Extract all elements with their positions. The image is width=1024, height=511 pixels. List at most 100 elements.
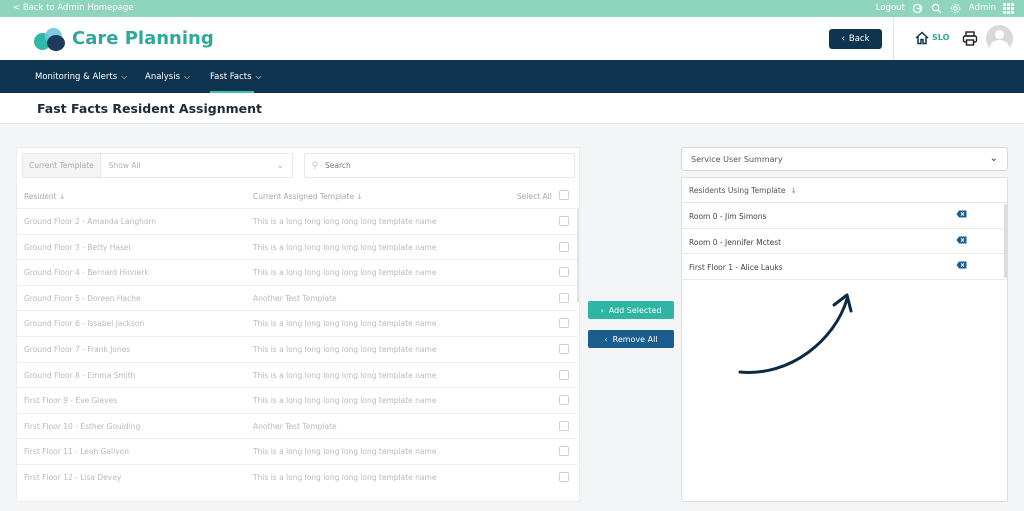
search-box[interactable]: ⚲ (304, 153, 575, 178)
select-all-label: Select All (517, 192, 552, 201)
table-row[interactable]: Ground Floor 3 - Betty Hasel This is a lo… (17, 233, 577, 260)
nav-label: Analysis (145, 72, 181, 82)
chevron-left-icon: ‹ (841, 34, 845, 44)
assigned-template: This is a long long long long long templ… (253, 396, 437, 406)
table-row[interactable]: First Floor 10 - Esther Goulding Another … (17, 412, 577, 439)
resident-list-panel: Current Template Show All ⌄ ⚲ Resident ↓… (16, 147, 580, 502)
back-button[interactable]: ‹ Back (829, 29, 882, 49)
search-input[interactable] (325, 161, 545, 170)
nav-monitoring-alerts[interactable]: Monitoring & Alerts ⌵ (35, 72, 127, 82)
top-bar-actions: Logout Admin (876, 2, 1014, 14)
resident-name: First Floor 10 - Esther Goulding (24, 421, 141, 431)
assigned-resident-name: Room 0 - Jennifer Mctest (689, 237, 782, 247)
assigned-list-header[interactable]: Residents Using Template ↓ (682, 178, 1007, 203)
chevron-down-icon: ⌄ (276, 160, 284, 171)
row-checkbox[interactable] (559, 343, 569, 354)
user-name[interactable]: Admin (969, 3, 996, 13)
print-icon[interactable] (962, 31, 978, 46)
assigned-template: This is a long long long long long templ… (253, 370, 437, 380)
resident-name: Ground Floor 4 - Bernard Hinnerk (24, 268, 149, 278)
assigned-template: This is a long long long long long templ… (253, 344, 437, 354)
table-row[interactable]: Ground Floor 7 - Frank Jones This is a lo… (17, 335, 577, 362)
site-code[interactable]: SLO (932, 33, 949, 42)
table-row[interactable]: Ground Floor 2 - Amanda Langhorn This is … (17, 208, 577, 234)
filter-value: Show All (108, 161, 141, 170)
list-item[interactable]: First Floor 1 - Alice Lauks (682, 254, 1007, 280)
row-checkbox[interactable] (559, 395, 569, 406)
assigned-resident-name: Room 0 - Jim Simons (689, 212, 767, 221)
chevron-down-icon: ⌵ (121, 72, 128, 81)
nav-analysis[interactable]: Analysis ⌵ (145, 72, 190, 82)
add-selected-label: Add Selected (608, 305, 662, 315)
main-nav: Monitoring & Alerts ⌵ Analysis ⌵ Fast Fa… (0, 60, 1024, 93)
resident-name: Ground Floor 6 - Issabel Jackson (24, 319, 145, 329)
top-bar: < Back to Admin Homepage Logout Admin (0, 0, 1024, 17)
assigned-template: This is a long long long long long templ… (253, 319, 437, 329)
row-checkbox[interactable] (559, 267, 569, 278)
table-row[interactable]: Ground Floor 5 - Doreen Hache Another Tes… (17, 284, 577, 311)
chevron-down-icon: ⌄ (989, 153, 998, 164)
back-to-admin-link[interactable]: < Back to Admin Homepage (13, 3, 134, 13)
table-header: Resident ↓ Current Assigned Template ↓ S… (17, 184, 579, 208)
table-row[interactable]: Ground Floor 6 - Issabel Jackson This is … (17, 310, 577, 336)
row-checkbox[interactable] (559, 216, 569, 226)
remove-icon[interactable] (956, 261, 967, 269)
list-item[interactable]: Room 0 - Jennifer Mctest (682, 229, 1007, 254)
add-selected-button[interactable]: › Add Selected (588, 301, 674, 319)
sort-arrow-icon: ↓ (58, 192, 66, 201)
resident-name: Ground Floor 2 - Amanda Langhorn (24, 217, 157, 226)
page-title: Fast Facts Resident Assignment (37, 101, 262, 116)
nav-label: Monitoring & Alerts (35, 72, 118, 82)
logout-icon[interactable] (912, 2, 924, 14)
back-button-label: Back (848, 34, 870, 44)
row-checkbox[interactable] (559, 446, 569, 457)
apps-grid-icon[interactable] (1003, 2, 1014, 14)
row-checkbox[interactable] (559, 369, 569, 380)
assigned-template: This is a long long long long long templ… (253, 217, 437, 226)
select-all-checkbox[interactable] (559, 190, 569, 200)
assigned-template: This is a long long long long long templ… (253, 242, 437, 252)
remove-icon[interactable] (956, 236, 967, 244)
assigned-template: Another Test Template (253, 293, 337, 303)
assigned-rows: Room 0 - Jim Simons Room 0 - Jennifer Mct… (682, 203, 1007, 280)
table-row[interactable]: Ground Floor 8 - Emma Smith This is a lon… (17, 361, 577, 388)
header-divider (893, 17, 894, 60)
column-current-template[interactable]: Current Assigned Template ↓ (253, 192, 363, 201)
table-row[interactable]: First Floor 11 - Leah Gallyon This is a l… (17, 438, 577, 464)
column-resident[interactable]: Resident ↓ (24, 192, 65, 201)
right-scrollbar[interactable] (1004, 204, 1007, 278)
resident-name: Ground Floor 7 - Frank Jones (24, 344, 131, 354)
summary-select[interactable]: Service User Summary ⌄ (681, 147, 1008, 171)
home-icon[interactable] (914, 30, 930, 46)
logout-link[interactable]: Logout (876, 3, 905, 13)
chevron-down-icon: ⌵ (184, 72, 191, 81)
resident-name: Ground Floor 3 - Betty Hasel (24, 242, 131, 252)
row-checkbox[interactable] (559, 420, 569, 431)
row-checkbox[interactable] (559, 241, 569, 252)
search-icon[interactable] (931, 2, 943, 14)
row-checkbox[interactable] (559, 292, 569, 303)
resident-name: Ground Floor 8 - Emma Smith (24, 370, 136, 380)
table-row[interactable]: First Floor 12 - Lisa Devey This is a lon… (17, 463, 577, 490)
current-template-filter[interactable]: Current Template Show All ⌄ (22, 153, 293, 178)
nav-fast-facts[interactable]: Fast Facts ⌵ (210, 72, 262, 82)
sort-arrow-icon: ↓ (356, 192, 363, 201)
assigned-list-header-label: Residents Using Template (689, 185, 786, 195)
list-item[interactable]: Room 0 - Jim Simons (682, 203, 1007, 229)
table-row[interactable]: Ground Floor 4 - Bernard Hinnerk This is … (17, 259, 577, 285)
summary-select-value: Service User Summary (691, 154, 783, 164)
app-header: Care Planning ‹ Back SLO (0, 17, 1024, 60)
table-row[interactable]: First Floor 9 - Eve Gieves This is a long… (17, 387, 577, 413)
row-checkbox[interactable] (559, 471, 569, 482)
row-checkbox[interactable] (559, 318, 569, 329)
remove-all-button[interactable]: ‹ Remove All (588, 330, 674, 348)
avatar[interactable] (986, 25, 1013, 52)
filter-label: Current Template (23, 154, 101, 177)
chevron-down-icon: ⌵ (255, 72, 262, 81)
page-title-bar: Fast Facts Resident Assignment (0, 93, 1024, 124)
left-scrollbar[interactable] (577, 208, 579, 303)
chevron-left-icon: ‹ (604, 334, 608, 344)
gear-icon[interactable] (950, 2, 962, 14)
brand-logo-icon (34, 27, 68, 51)
remove-icon[interactable] (956, 210, 967, 218)
